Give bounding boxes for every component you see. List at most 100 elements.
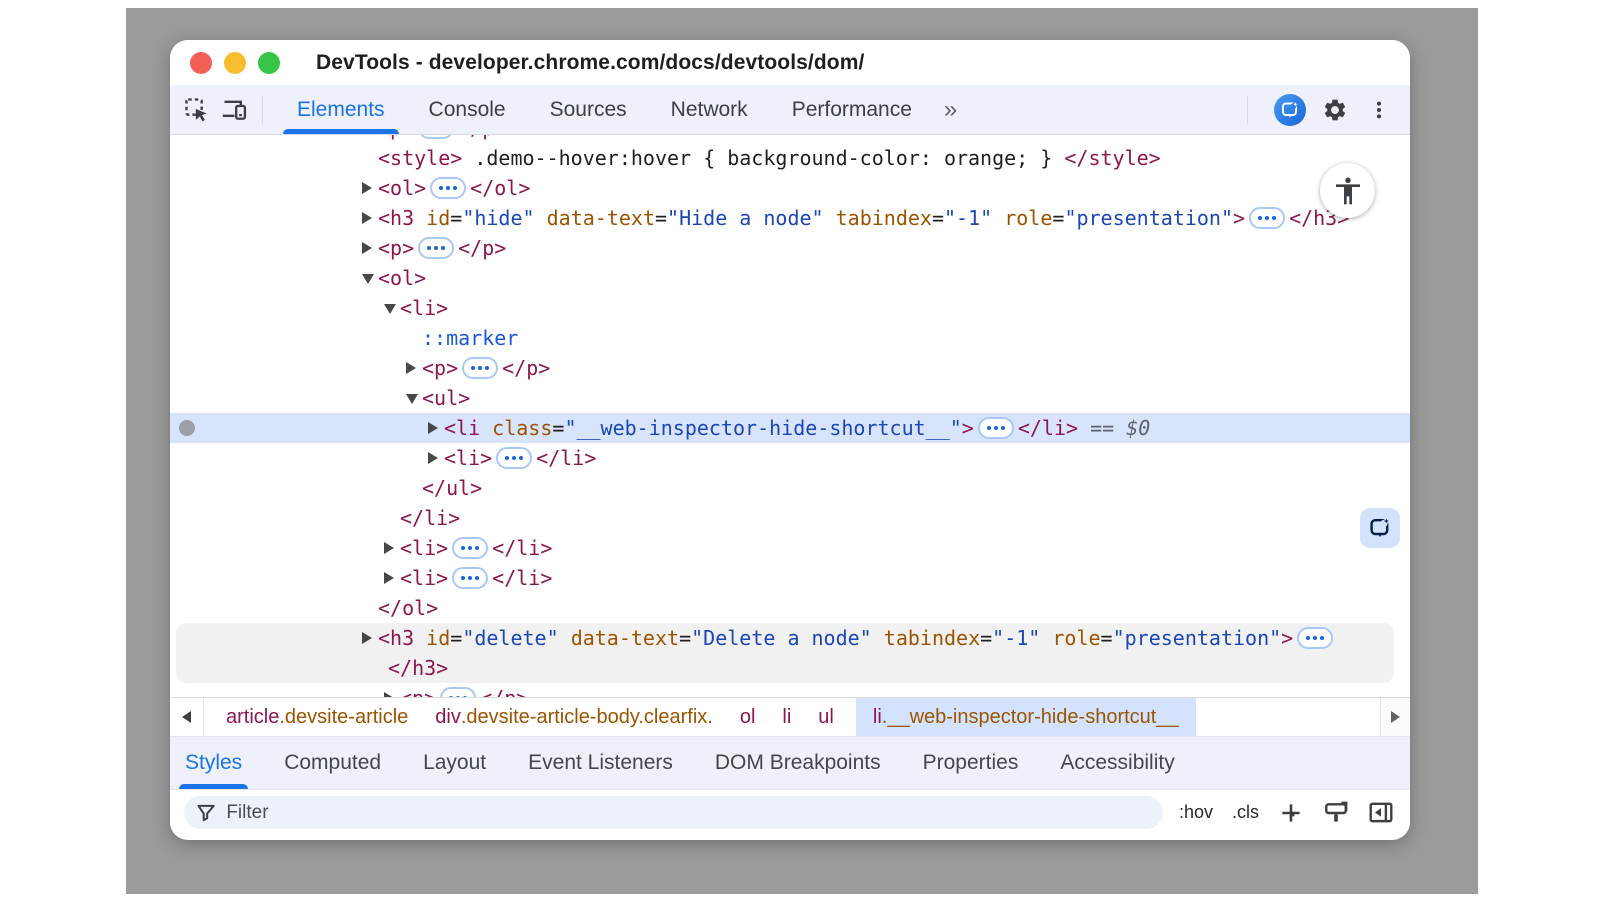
- breadcrumb-item[interactable]: ul: [818, 698, 834, 736]
- expand-right-icon[interactable]: [428, 443, 444, 473]
- minimize-window-button[interactable]: [224, 52, 246, 74]
- collapsed-content-ellipsis-icon[interactable]: [452, 537, 488, 559]
- toggle-class-button[interactable]: .cls: [1232, 802, 1259, 823]
- tab-performance[interactable]: Performance: [770, 85, 934, 134]
- collapsed-content-ellipsis-icon[interactable]: [462, 357, 498, 379]
- dom-tree-row[interactable]: <h3 id="delete" data-text="Delete a node…: [176, 623, 1394, 653]
- sidebar-tab-styles[interactable]: Styles: [185, 737, 242, 789]
- dom-node-text: <style>: [378, 146, 462, 170]
- breadcrumb-item[interactable]: article.devsite-article: [226, 698, 408, 736]
- expand-right-icon[interactable]: [384, 683, 400, 697]
- tab-sources[interactable]: Sources: [528, 85, 649, 134]
- device-toolbar-icon[interactable]: [220, 95, 250, 125]
- sidebar-tab-computed[interactable]: Computed: [284, 737, 381, 789]
- collapsed-content-ellipsis-icon[interactable]: [496, 447, 532, 469]
- dom-tree-row[interactable]: <li class="__web-inspector-hide-shortcut…: [170, 413, 1410, 443]
- filter-funnel-icon: [196, 802, 216, 823]
- zoom-window-button[interactable]: [258, 52, 280, 74]
- dom-node-text: >: [962, 416, 974, 440]
- collapsed-content-ellipsis-icon[interactable]: [440, 687, 476, 697]
- accessibility-person-icon[interactable]: [1320, 163, 1375, 218]
- ai-assistant-icon[interactable]: [1274, 94, 1306, 126]
- collapsed-content-ellipsis-icon[interactable]: [418, 237, 454, 259]
- expand-right-icon[interactable]: [362, 233, 378, 263]
- breadcrumb-scroll-left-button[interactable]: [170, 698, 204, 736]
- sidebar-tab-accessibility[interactable]: Accessibility: [1060, 737, 1174, 789]
- expand-down-icon[interactable]: [384, 293, 400, 323]
- chevron-left-icon: [182, 711, 191, 723]
- collapsed-content-ellipsis-icon[interactable]: [418, 135, 454, 139]
- dom-node-text: [559, 626, 571, 650]
- expand-down-icon[interactable]: [362, 263, 378, 293]
- more-tabs-button[interactable]: »: [934, 96, 967, 124]
- dom-tree-row[interactable]: <ul>: [170, 383, 1410, 413]
- dom-tree-row[interactable]: <li></li>: [170, 563, 1410, 593]
- dom-tree-row[interactable]: <ol></ol>: [170, 173, 1410, 203]
- dom-node-text: </p>: [480, 686, 528, 697]
- collapsed-content-ellipsis-icon[interactable]: [1297, 627, 1333, 649]
- dom-tree-row[interactable]: <ol>: [170, 263, 1410, 293]
- expand-right-icon[interactable]: [362, 203, 378, 233]
- dom-tree-row[interactable]: <li>: [170, 293, 1410, 323]
- dom-node-text: <ol>: [378, 266, 426, 290]
- dom-tree-row[interactable]: <li></li>: [170, 533, 1410, 563]
- breadcrumb-tag: li: [782, 706, 791, 729]
- collapsed-content-ellipsis-icon[interactable]: [452, 567, 488, 589]
- dom-node-text: ::marker: [422, 326, 518, 350]
- dom-tree-row[interactable]: </h3>: [176, 653, 1394, 683]
- expand-down-icon[interactable]: [406, 383, 422, 413]
- filter-input[interactable]: [226, 802, 1151, 824]
- toggle-sidebar-icon[interactable]: [1368, 800, 1394, 826]
- breadcrumb-item[interactable]: li: [782, 698, 791, 736]
- dom-node-text: ==: [1078, 416, 1126, 440]
- tab-console[interactable]: Console: [407, 85, 528, 134]
- sidebar-tab-dom-breakpoints[interactable]: DOM Breakpoints: [715, 737, 881, 789]
- dom-tree-row[interactable]: </ol>: [170, 593, 1410, 623]
- breadcrumb: article.devsite-article div.devsite-artic…: [204, 698, 1380, 736]
- expand-right-icon[interactable]: [384, 563, 400, 593]
- breadcrumb-item[interactable]: div.devsite-article-body.clearfix.: [435, 698, 713, 736]
- breadcrumb-scroll-right-button[interactable]: [1380, 698, 1410, 736]
- collapsed-content-ellipsis-icon[interactable]: [430, 177, 466, 199]
- dom-tree-row[interactable]: <p></p>: [170, 233, 1410, 263]
- new-style-rule-plus-icon[interactable]: [1278, 800, 1304, 826]
- dom-node-text: </ol>: [378, 596, 438, 620]
- collapsed-content-ellipsis-icon[interactable]: [1249, 207, 1285, 229]
- breadcrumb-item[interactable]: ol: [740, 698, 756, 736]
- dom-node-text: "presentation": [1113, 626, 1282, 650]
- dom-node-text: [872, 626, 884, 650]
- collapsed-content-ellipsis-icon[interactable]: [978, 417, 1014, 439]
- window-controls: [190, 52, 280, 74]
- dom-tree-row[interactable]: ::marker: [170, 323, 1410, 353]
- ai-assistant-floating-button[interactable]: [1360, 508, 1400, 548]
- styles-filter-field[interactable]: [184, 796, 1163, 829]
- dom-tree-row[interactable]: <p></p>: [170, 135, 1410, 143]
- close-window-button[interactable]: [190, 52, 212, 74]
- breadcrumb-item[interactable]: li.__web-inspector-hide-shortcut__: [856, 698, 1196, 736]
- dom-tree-row[interactable]: <li></li>: [170, 443, 1410, 473]
- expand-right-icon[interactable]: [406, 353, 422, 383]
- inspect-element-icon[interactable]: [182, 95, 212, 125]
- dom-tree-row[interactable]: <style> .demo--hover:hover { background-…: [170, 143, 1410, 173]
- tab-elements[interactable]: Elements: [275, 85, 407, 134]
- sidebar-tab-properties[interactable]: Properties: [923, 737, 1019, 789]
- settings-gear-icon[interactable]: [1320, 95, 1350, 125]
- more-menu-icon[interactable]: [1364, 95, 1394, 125]
- dom-tree-row[interactable]: <p></p>: [170, 353, 1410, 383]
- expand-right-icon[interactable]: [384, 533, 400, 563]
- expand-right-icon[interactable]: [362, 623, 378, 653]
- tab-network[interactable]: Network: [649, 85, 770, 134]
- dom-tree-row[interactable]: </ul>: [170, 473, 1410, 503]
- sidebar-tab-event-listeners[interactable]: Event Listeners: [528, 737, 673, 789]
- expand-right-icon[interactable]: [428, 413, 444, 443]
- dom-tree-row[interactable]: <h3 id="hide" data-text="Hide a node" ta…: [170, 203, 1410, 233]
- dom-tree-row[interactable]: <p></p>: [170, 683, 1410, 697]
- dom-node-text: </ul>: [422, 476, 482, 500]
- title-bar: DevTools - developer.chrome.com/docs/dev…: [170, 40, 1410, 85]
- rendering-emulation-brush-icon[interactable]: [1323, 800, 1349, 826]
- sidebar-tab-layout[interactable]: Layout: [423, 737, 486, 789]
- toggle-element-state-button[interactable]: :hov: [1179, 802, 1213, 823]
- dom-tree-row[interactable]: </li>: [170, 503, 1410, 533]
- expand-right-icon[interactable]: [362, 173, 378, 203]
- dom-node-text: =: [1101, 626, 1113, 650]
